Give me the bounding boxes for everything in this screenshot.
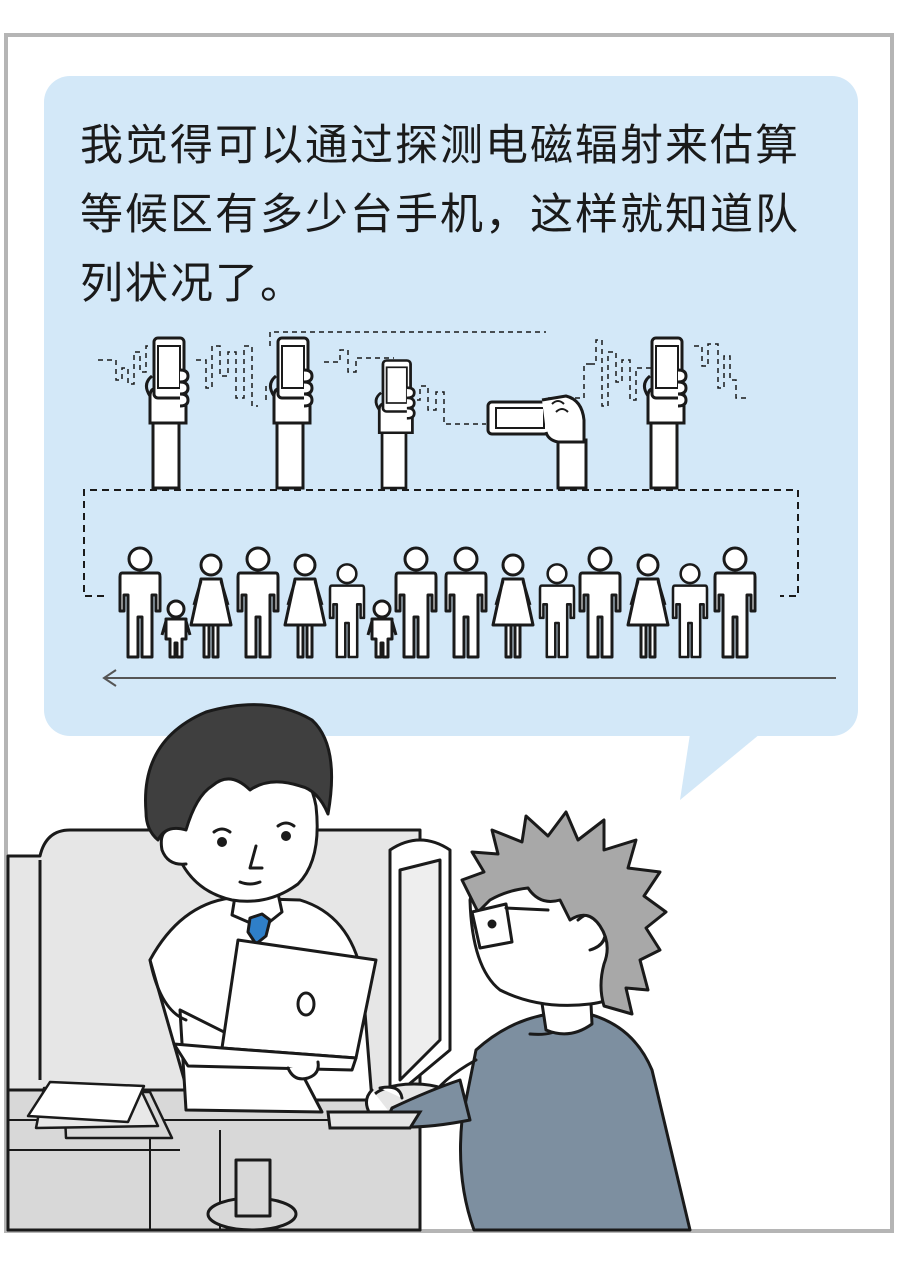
speech-bubble-text: 我觉得可以通过探测电磁辐射来估算等候区有多少台手机，这样就知道队列状况了。: [80, 121, 800, 309]
desk-edge: [326, 1110, 423, 1130]
